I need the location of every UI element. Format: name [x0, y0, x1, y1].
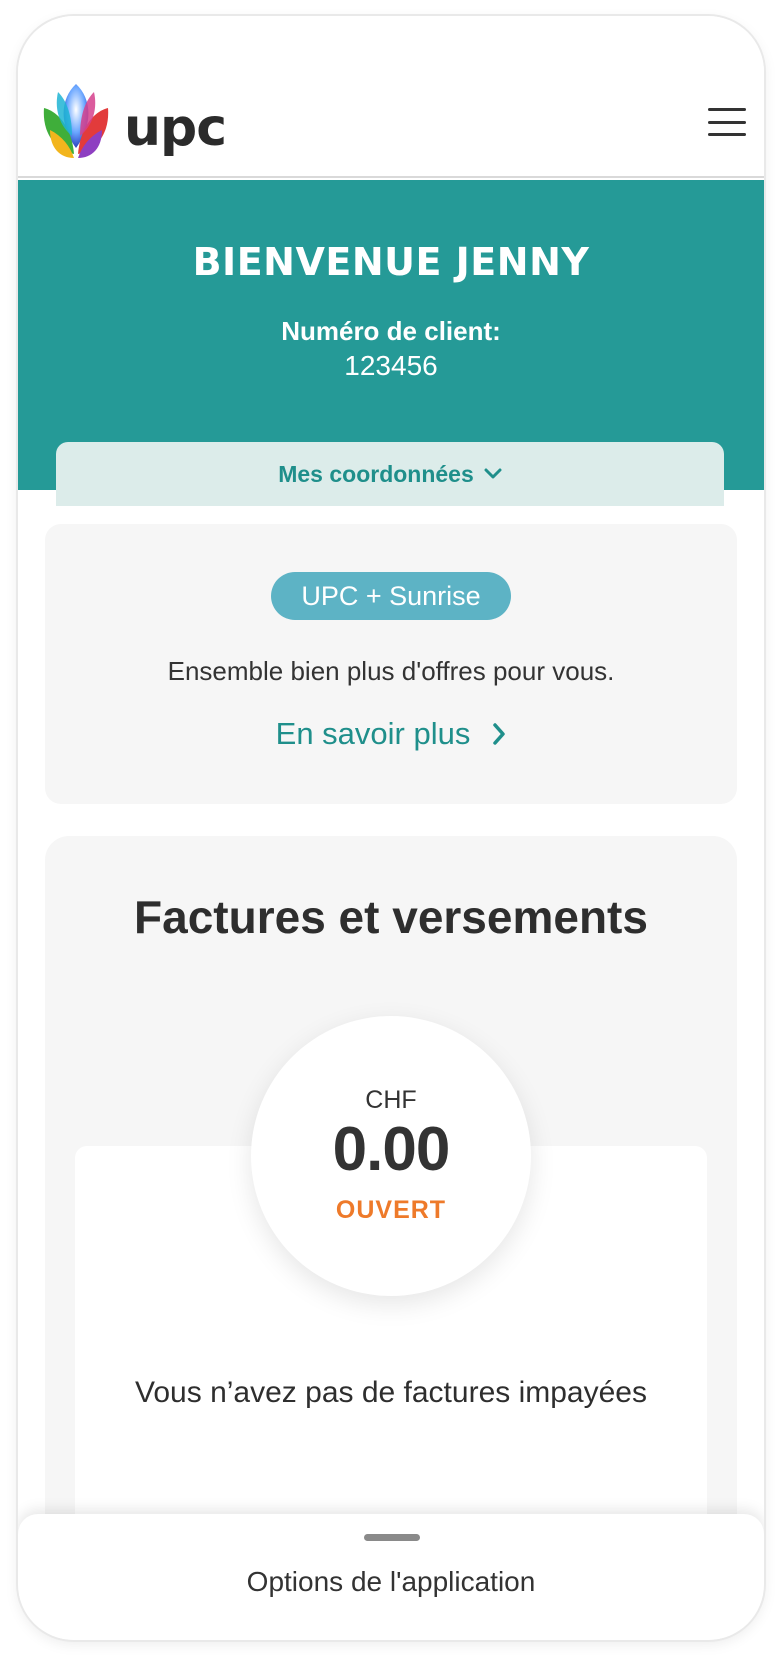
promo-text: Ensemble bien plus d'offres pour vous.	[167, 656, 615, 686]
welcome-title: BIENVENUE JENNY	[192, 240, 590, 284]
chevron-down-icon	[484, 468, 502, 479]
app-screen: upc BIENVENUE JENNY Numéro de client: 12…	[18, 16, 764, 1640]
chevron-right-icon	[493, 723, 506, 745]
balance-amount: 0.00	[332, 1115, 451, 1184]
upc-logo-icon	[43, 84, 109, 158]
app-options-label: Options de l'application	[246, 1566, 536, 1597]
client-number-label: Numéro de client:	[281, 316, 501, 346]
brand-name: upc	[124, 98, 227, 158]
promo-card: UPC + Sunrise Ensemble bien plus d'offre…	[45, 524, 737, 804]
my-details-label: Mes coordonnées	[278, 460, 474, 487]
sheet-grabber-handle[interactable]	[364, 1534, 420, 1541]
invoices-title: Factures et versements	[134, 891, 648, 943]
no-unpaid-invoices-message: Vous n’avez pas de factures impayées	[135, 1376, 647, 1409]
my-details-toggle[interactable]: Mes coordonnées	[56, 442, 724, 506]
app-options-sheet[interactable]: Options de l'application	[18, 1514, 764, 1640]
balance-currency: CHF	[365, 1086, 417, 1114]
learn-more-label: En savoir plus	[275, 716, 471, 751]
promo-badge: UPC + Sunrise	[271, 572, 511, 620]
client-number-value: 123456	[344, 350, 438, 381]
balance-circle: CHF 0.00 OUVERT	[251, 1016, 531, 1296]
learn-more-link[interactable]: En savoir plus	[45, 716, 737, 752]
balance-status: OUVERT	[335, 1196, 447, 1224]
hamburger-icon[interactable]	[708, 108, 746, 136]
app-header: upc	[18, 16, 764, 178]
welcome-banner: BIENVENUE JENNY Numéro de client: 123456…	[18, 180, 764, 506]
